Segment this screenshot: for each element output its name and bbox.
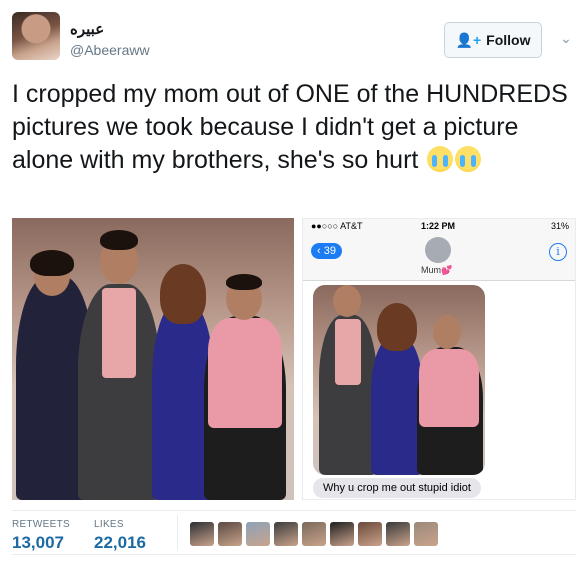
person-shirt [335, 319, 361, 385]
person-pink-shirt [208, 318, 282, 428]
liker-avatar[interactable] [218, 522, 242, 546]
retweets-count[interactable]: 13,007 [12, 533, 64, 553]
person-head [433, 315, 461, 349]
info-icon: i [549, 243, 567, 261]
messages-nav: ‹ 39 Mum💕 i [303, 233, 575, 281]
person-pink-shirt [419, 349, 479, 427]
liker-avatar[interactable] [386, 522, 410, 546]
loudly-crying-face-icon [455, 146, 482, 172]
person-hair [377, 303, 417, 351]
back-count: 39 [323, 245, 336, 257]
add-user-icon: 👤+ [455, 31, 482, 48]
family-photo[interactable] [12, 218, 294, 500]
person-shirt [102, 288, 136, 378]
liker-avatar[interactable] [330, 522, 354, 546]
contact-name: Mum💕 [421, 265, 453, 275]
follow-button[interactable]: 👤+ Follow [444, 22, 542, 58]
phone-screenshot[interactable]: ●●○○○ AT&T 1:22 PM 31% ‹ 39 Mum💕 i Why u… [302, 218, 576, 500]
tweet-stats: RETWEETS 13,007 LIKES 22,016 [12, 510, 576, 554]
person-head [333, 285, 361, 317]
display-name[interactable]: عبيره [70, 20, 104, 38]
tweet-header: عبيره @Abeeraww 👤+ Follow ⌄ [12, 12, 576, 64]
likes-label: LIKES [94, 519, 124, 530]
carrier-label: ●●○○○ AT&T [311, 221, 363, 231]
loudly-crying-face-icon [427, 146, 454, 172]
liker-avatars [190, 522, 438, 546]
person-hair [100, 230, 138, 250]
person-hair [160, 264, 206, 324]
contact-avatar [425, 237, 451, 263]
avatar[interactable] [12, 12, 60, 60]
follow-label: Follow [486, 32, 531, 48]
status-time: 1:22 PM [421, 221, 456, 231]
person-hair [30, 250, 74, 276]
liker-avatar[interactable] [358, 522, 382, 546]
likes-count[interactable]: 22,016 [94, 533, 146, 553]
person-sister [371, 337, 423, 475]
liker-avatar[interactable] [274, 522, 298, 546]
liker-avatar[interactable] [302, 522, 326, 546]
tweet-text: I cropped my mom out of ONE of the HUNDR… [12, 78, 572, 177]
tweet-body: I cropped my mom out of ONE of the HUNDR… [12, 80, 568, 174]
tweet-media[interactable]: ●●○○○ AT&T 1:22 PM 31% ‹ 39 Mum💕 i Why u… [12, 218, 576, 500]
battery-level: 31% [550, 221, 569, 231]
liker-avatar[interactable] [190, 522, 214, 546]
user-handle[interactable]: @Abeeraww [70, 42, 150, 58]
retweets-label: RETWEETS [12, 519, 70, 530]
divider [12, 554, 576, 555]
person-hair [226, 274, 262, 290]
message-photo [313, 285, 485, 475]
chevron-down-icon[interactable]: ⌄ [558, 30, 574, 46]
liker-avatar[interactable] [414, 522, 438, 546]
stats-divider [177, 515, 178, 551]
message-bubble: Why u crop me out stupid idiot [313, 478, 481, 498]
back-button: ‹ 39 [311, 243, 342, 259]
liker-avatar[interactable] [246, 522, 270, 546]
status-bar: ●●○○○ AT&T 1:22 PM 31% [303, 219, 575, 233]
